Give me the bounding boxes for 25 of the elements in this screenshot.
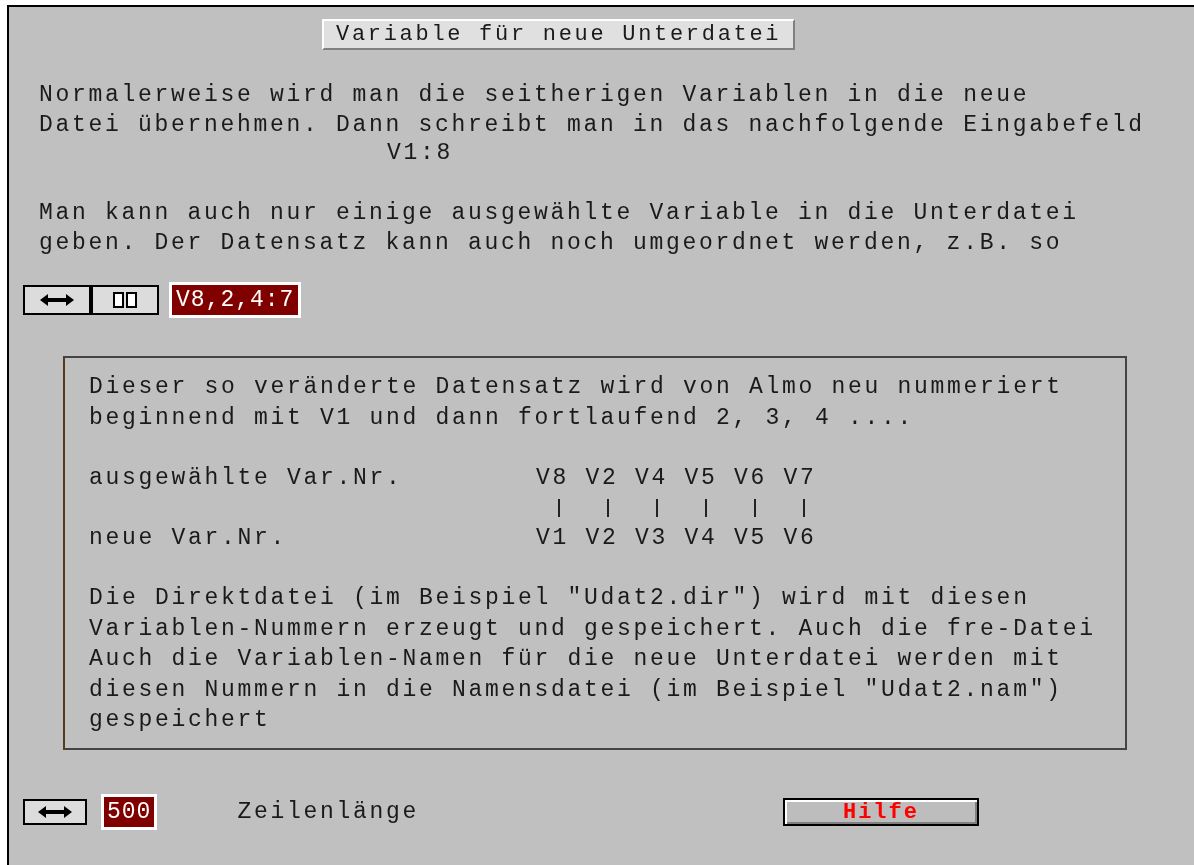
intro-text: Normalerweise wird man die seitherigen Variablen in die neue Datei übernehmen. Dann schreibt man in das nachfolgende Eingabefeld (39, 81, 1146, 140)
dialog-title: Variable für neue Unterdatei (322, 19, 796, 50)
resize-button[interactable] (23, 798, 87, 825)
renumber-text: Dieser so veränderte Datensatz wird von Almo neu nummeriert beginnend mit V1 und dann fortlaufend 2, 3, 4 .... (89, 373, 1064, 433)
double-arrow-icon (39, 292, 75, 308)
variable-input[interactable]: V8,2,4:7 (169, 282, 302, 318)
resize-button[interactable] (23, 285, 91, 315)
connector-line (754, 499, 756, 517)
columns-button[interactable] (91, 285, 159, 315)
variable-list: V1 V2 V3 V4 V5 V6 (536, 523, 1101, 553)
instruction-text: Man kann auch nur einige ausgewählte Variable in die Unterdatei geben. Der Datensatz kann auch noch umgeordnet werden, z.B. so (39, 199, 1080, 258)
variable-list: V8 V2 V4 V5 V6 V7 (536, 463, 1101, 493)
connector-line (705, 499, 707, 517)
mapping-label: neue Var.Nr. (89, 524, 289, 553)
double-arrow-icon (37, 803, 73, 820)
direct-file-text: Die Direktdatei (im Beispiel "Udat2.dir") wird mit diesen Variablen-Nummern erzeugt und gespeichert. Auch die fre-Datei Auch die Variablen-Namen für die neue Unterdatei werden mit diesen Nummern in die Namensdatei (im Beispiel "Udat2.nam") gespeichert (89, 584, 1097, 735)
line-length-input[interactable]: 500 (101, 793, 158, 830)
connector-line (656, 499, 658, 517)
line-length-label: Zeilenlänge (237, 798, 419, 825)
connector-line (607, 499, 609, 517)
connector-line (558, 499, 560, 517)
example-text: V1:8 (386, 139, 454, 168)
columns-icon (112, 292, 138, 308)
connector-line (803, 499, 805, 517)
mapping-label: ausgewählte Var.Nr. (89, 464, 404, 493)
